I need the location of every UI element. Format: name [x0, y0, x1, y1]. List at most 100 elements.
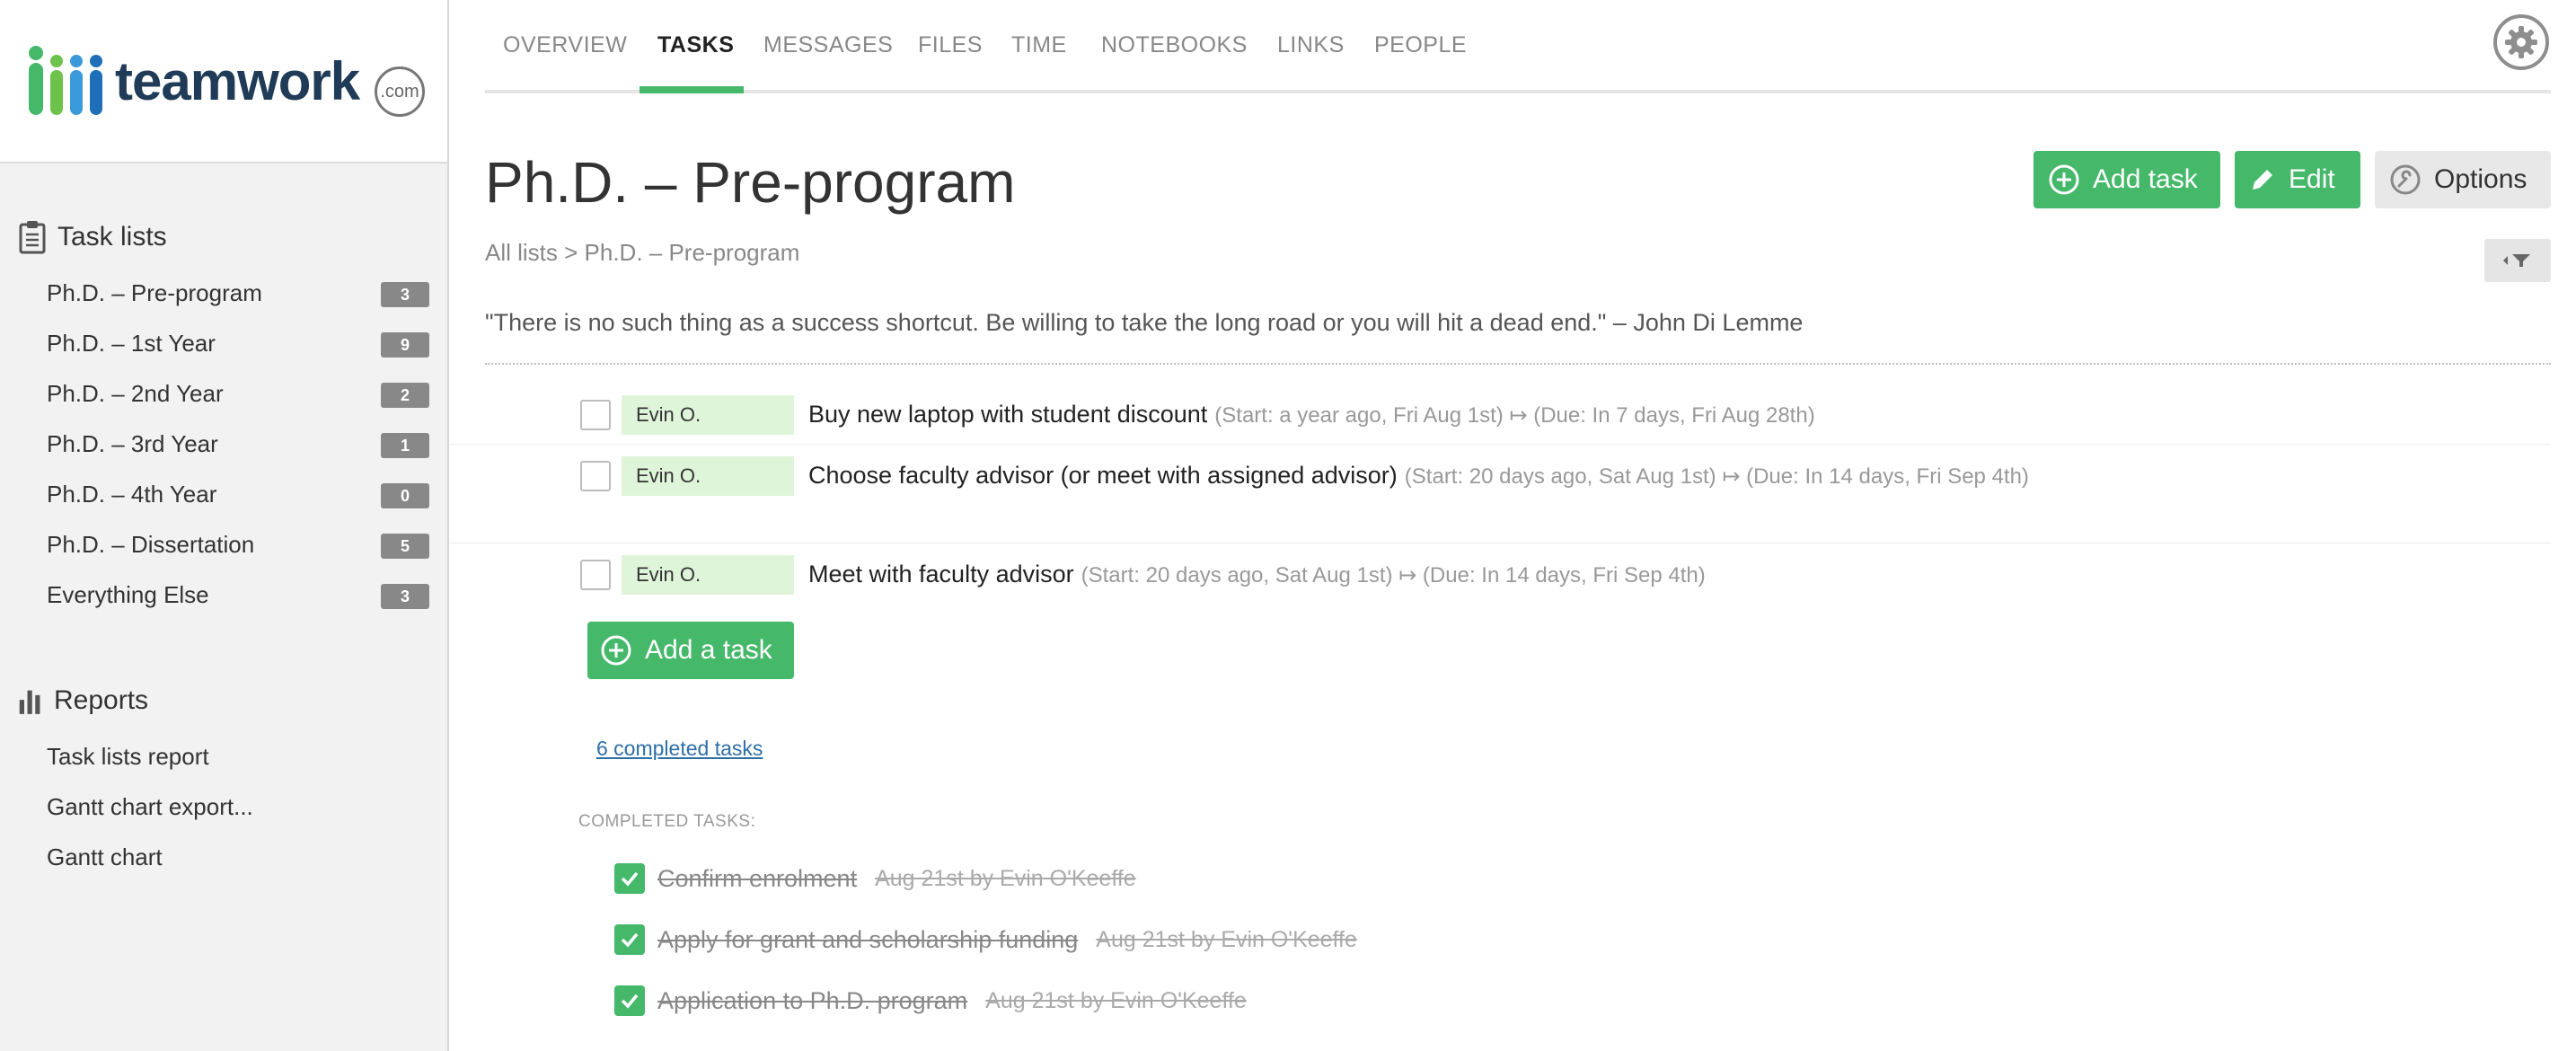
sidebar: teamwork .com Task lists Ph.D. – Pre-pro…: [0, 0, 449, 1051]
pencil-icon: [2253, 170, 2272, 190]
sidebar-item-label: Ph.D. – 3rd Year: [47, 430, 218, 457]
completed-task-name[interactable]: Confirm enrolment: [657, 865, 857, 893]
completed-tasks-link[interactable]: 6 completed tasks: [596, 737, 763, 761]
count-badge: 3: [381, 282, 429, 307]
checkmark-icon: [621, 994, 639, 1009]
sidebar-item-3rd-year[interactable]: Ph.D. – 3rd Year 1: [0, 419, 449, 469]
task-checkbox[interactable]: [580, 560, 611, 590]
tab-messages[interactable]: MESSAGES: [763, 32, 893, 58]
task-name-text: Choose faculty advisor (or meet with ass…: [808, 462, 1398, 489]
completed-checkbox[interactable]: [614, 863, 645, 894]
sidebar-item-label: Ph.D. – 2nd Year: [47, 380, 224, 407]
count-badge: 0: [381, 483, 429, 508]
task-dates: (Start: a year ago, Fri Aug 1st) ↦ (Due:…: [1214, 403, 1815, 428]
task-title[interactable]: Buy new laptop with student discount (Sta…: [808, 401, 1815, 428]
reports-section: Reports Task lists report Gantt chart ex…: [0, 683, 449, 882]
count-badge: 5: [381, 534, 429, 559]
sidebar-item-4th-year[interactable]: Ph.D. – 4th Year 0: [0, 469, 449, 519]
completed-task-row: Apply for grant and scholarship funding …: [614, 922, 1357, 958]
reports-heading-label: Reports: [54, 685, 149, 715]
top-nav: OVERVIEW TASKS MESSAGES FILES TIME NOTEB…: [485, 0, 2551, 93]
sidebar-item-dissertation[interactable]: Ph.D. – Dissertation 5: [0, 519, 449, 570]
count-badge: 9: [381, 332, 429, 358]
page-title: Ph.D. – Pre-program: [485, 150, 1016, 215]
sidebar-item-gantt-export[interactable]: Gantt chart export...: [0, 782, 449, 832]
add-a-task-label: Add a task: [645, 635, 772, 665]
logo[interactable]: teamwork .com: [0, 0, 447, 163]
task-name-text: Buy new laptop with student discount: [808, 401, 1208, 428]
completed-task-name[interactable]: Apply for grant and scholarship funding: [657, 926, 1078, 954]
completed-task-row: Confirm enrolment Aug 21st by Evin O'Kee…: [614, 861, 1136, 896]
sidebar-item-1st-year[interactable]: Ph.D. – 1st Year 9: [0, 318, 449, 368]
completed-task-name[interactable]: Application to Ph.D. program: [657, 987, 967, 1015]
task-lists-section: Task lists Ph.D. – Pre-program 3 Ph.D. – …: [0, 219, 449, 620]
plus-circle-icon: [2049, 164, 2079, 195]
task-checkbox[interactable]: [580, 400, 611, 430]
tab-people[interactable]: PEOPLE: [1374, 32, 1467, 58]
breadcrumb[interactable]: All lists > Ph.D. – Pre-program: [485, 239, 799, 267]
count-badge: 3: [381, 584, 429, 609]
task-dates: (Start: 20 days ago, Sat Aug 1st) ↦ (Due…: [1404, 464, 2029, 489]
tab-files[interactable]: FILES: [918, 32, 983, 58]
divider: [485, 363, 2551, 365]
options-label: Options: [2434, 164, 2527, 194]
sidebar-item-label: Ph.D. – 1st Year: [47, 330, 216, 357]
tab-links[interactable]: LINKS: [1277, 32, 1345, 58]
wrench-icon: [2390, 164, 2421, 195]
sidebar-item-2nd-year[interactable]: Ph.D. – 2nd Year 2: [0, 368, 449, 419]
task-lists-heading: Task lists: [0, 219, 449, 255]
assignee-tag[interactable]: Evin O.: [622, 555, 794, 595]
list-description-quote: "There is no such thing as a success sho…: [485, 309, 1804, 336]
filter-icon: [2503, 254, 2530, 267]
assignee-tag[interactable]: Evin O.: [622, 456, 794, 496]
tab-notebooks[interactable]: NOTEBOOKS: [1101, 32, 1248, 58]
edit-button[interactable]: Edit: [2235, 151, 2360, 208]
count-badge: 2: [381, 383, 429, 408]
teamwork-logo-icon: [29, 46, 102, 115]
logo-suffix: .com: [375, 66, 425, 117]
clipboard-icon: [19, 221, 46, 254]
gear-icon: [2505, 26, 2537, 58]
completed-checkbox[interactable]: [614, 985, 645, 1016]
completed-task-meta: Aug 21st by Evin O'Keeffe: [875, 865, 1136, 891]
logo-text: teamwork: [115, 51, 360, 111]
task-name-text: Meet with faculty advisor: [808, 561, 1074, 587]
options-button[interactable]: Options: [2375, 151, 2551, 208]
task-lists-list: Ph.D. – Pre-program 3 Ph.D. – 1st Year 9 P…: [0, 268, 449, 620]
tab-time[interactable]: TIME: [1011, 32, 1067, 58]
sidebar-item-task-lists-report[interactable]: Task lists report: [0, 731, 449, 782]
checkmark-icon: [621, 871, 639, 887]
tab-overview[interactable]: OVERVIEW: [503, 32, 627, 58]
sidebar-item-label: Everything Else: [47, 581, 209, 608]
task-row: Evin O. Meet with faculty advisor (Start:…: [449, 555, 2551, 604]
bar-chart-icon: [19, 690, 40, 714]
settings-button[interactable]: [2493, 14, 2549, 70]
reports-list: Task lists report Gantt chart export... …: [0, 731, 449, 882]
task-title[interactable]: Choose faculty advisor (or meet with ass…: [808, 462, 2029, 490]
completed-task-row: Application to Ph.D. program Aug 21st by…: [614, 983, 1247, 1019]
count-badge: 1: [381, 433, 429, 458]
active-tab-indicator: [640, 86, 744, 93]
add-a-task-button[interactable]: Add a task: [587, 622, 794, 679]
checkmark-icon: [621, 932, 639, 948]
add-task-button[interactable]: Add task: [2033, 151, 2220, 208]
task-lists-heading-label: Task lists: [57, 222, 167, 252]
task-checkbox[interactable]: [580, 461, 611, 491]
completed-task-meta: Aug 21st by Evin O'Keeffe: [1096, 926, 1357, 952]
assignee-tag[interactable]: Evin O.: [622, 395, 794, 435]
task-separator: [449, 444, 2551, 445]
task-title[interactable]: Meet with faculty advisor (Start: 20 days…: [808, 561, 1706, 588]
task-dates: (Start: 20 days ago, Sat Aug 1st) ↦ (Due…: [1081, 563, 1706, 587]
filter-button[interactable]: [2484, 239, 2551, 282]
tab-tasks[interactable]: TASKS: [657, 32, 734, 58]
sidebar-item-label: Ph.D. – 4th Year: [47, 481, 217, 508]
sidebar-item-label: Ph.D. – Pre-program: [47, 279, 262, 306]
sidebar-item-gantt-chart[interactable]: Gantt chart: [0, 832, 449, 882]
edit-label: Edit: [2289, 164, 2335, 194]
completed-tasks-heading: COMPLETED TASKS:: [578, 812, 756, 831]
plus-circle-icon: [601, 635, 631, 666]
sidebar-item-everything-else[interactable]: Everything Else 3: [0, 570, 449, 620]
completed-task-meta: Aug 21st by Evin O'Keeffe: [985, 987, 1247, 1013]
sidebar-item-pre-program[interactable]: Ph.D. – Pre-program 3: [0, 268, 449, 318]
completed-checkbox[interactable]: [614, 924, 645, 955]
